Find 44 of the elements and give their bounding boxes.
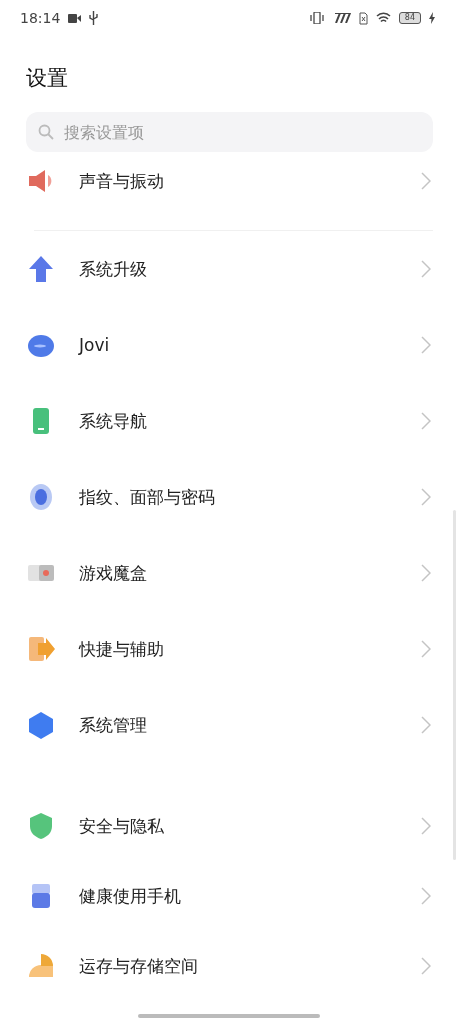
settings-item[interactable]: 健康使用手机 <box>0 861 451 931</box>
no-sim-icon <box>358 11 368 25</box>
settings-item[interactable]: 系统导航 <box>0 383 451 459</box>
chevron-right-icon <box>421 260 431 278</box>
chevron-right-icon <box>421 887 431 905</box>
settings-item[interactable]: 指纹、面部与密码 <box>0 459 451 535</box>
shield-icon <box>30 813 52 839</box>
video-icon <box>68 13 82 23</box>
exit-arrow-icon <box>29 637 55 661</box>
usb-icon <box>89 11 99 25</box>
settings-item[interactable]: 游戏魔盒 <box>0 535 451 611</box>
chevron-right-icon <box>421 640 431 658</box>
chevron-right-icon <box>421 564 431 582</box>
status-time: 18:14 <box>20 10 61 26</box>
signal-icon <box>332 13 351 23</box>
search-field[interactable]: 搜索设置项 <box>26 112 433 152</box>
pie-icon <box>29 954 53 977</box>
blob-icon <box>28 335 54 357</box>
chevron-right-icon <box>421 957 431 975</box>
charging-icon <box>429 12 435 24</box>
chevron-right-icon <box>421 172 431 190</box>
chevron-right-icon <box>421 412 431 430</box>
chevron-right-icon <box>421 716 431 734</box>
hexagon-icon <box>29 712 53 739</box>
settings-item[interactable]: 系统管理 <box>0 687 451 763</box>
battery-indicator: 84 <box>398 12 421 24</box>
chevron-right-icon <box>421 488 431 506</box>
phone-icon <box>33 408 49 434</box>
chevron-right-icon <box>421 817 431 835</box>
settings-item[interactable]: 系统升级 <box>0 231 451 307</box>
settings-item[interactable]: 安全与隐私 <box>0 791 451 861</box>
up-arrow-icon <box>29 256 53 282</box>
gamepad-icon <box>28 565 54 581</box>
settings-item[interactable]: 运存与存储空间 <box>0 931 451 1001</box>
search-icon <box>38 124 54 140</box>
chevron-right-icon <box>421 336 431 354</box>
settings-item[interactable]: 声音与振动 <box>0 152 451 210</box>
page-title: 设置 <box>26 65 69 92</box>
speaker-icon <box>29 170 52 192</box>
vibrate-icon <box>308 12 325 24</box>
wifi-icon <box>375 12 391 24</box>
settings-item[interactable]: 快捷与辅助 <box>0 611 451 687</box>
fingerprint-icon <box>30 484 52 510</box>
settings-item[interactable]: Jovi <box>0 307 451 383</box>
